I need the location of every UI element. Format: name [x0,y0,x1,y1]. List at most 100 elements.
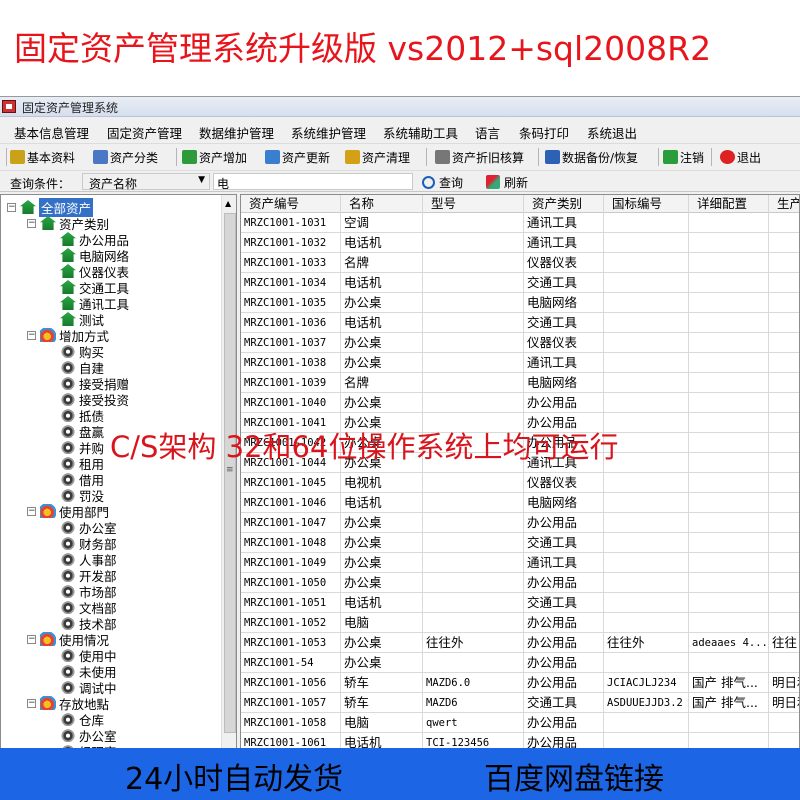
column-header[interactable]: 型号 [423,195,524,213]
table-cell: 名牌 [341,253,423,273]
table-row[interactable]: MRZC1001-1053 办公桌 往往外 办公用品 往往外 adeaaes 4... 往往 [241,633,799,653]
toolbar-button-8[interactable]: 退出 [720,148,761,166]
table-row[interactable]: MRZC1001-1033 名牌 仪器仪表 [241,253,799,273]
table-cell [769,413,799,433]
toolbar-button-2[interactable]: 资产增加 [182,148,247,166]
search-icon [422,175,435,189]
column-header[interactable]: 资产编号 [241,195,341,213]
scroll-up-icon[interactable]: ▲ [225,199,231,208]
table-row[interactable]: MRZC1001-1047 办公桌 办公用品 [241,513,799,533]
toolbar-separator [426,148,427,166]
table-cell [604,573,689,593]
search-button[interactable]: 查询 [422,173,463,191]
table-cell [604,353,689,373]
table-cell [689,293,769,313]
toolbar-button-4[interactable]: 资产清理 [345,148,410,166]
table-cell [604,373,689,393]
toolbar-button-5[interactable]: 资产折旧核算 [435,148,524,166]
gear-icon [60,616,76,630]
table-cell: MRZC1001-1040 [241,393,341,413]
table-cell: 办公用品 [524,393,604,413]
table-cell [689,453,769,473]
table-row[interactable]: MRZC1001-1052 电脑 办公用品 [241,613,799,633]
table-row[interactable]: MRZC1001-1032 电话机 通讯工具 [241,233,799,253]
menu-item-3[interactable]: 系统维护管理 [291,123,366,142]
table-cell: MRZC1001-1039 [241,373,341,393]
table-cell [423,613,524,633]
table-cell: 电话机 [341,593,423,613]
table-row[interactable]: MRZC1001-1056 轿车 MAZD6.0 办公用品 JCIACJLJ234 国产 … [241,673,799,693]
table-cell [423,493,524,513]
table-row[interactable]: MRZC1001-1046 电话机 电脑网络 [241,493,799,513]
table-cell: 轿车 [341,693,423,713]
table-row[interactable]: MRZC1001-1061 电话机 TCI-123456 办公用品 [241,733,799,748]
table-cell: MRZC1001-1052 [241,613,341,633]
toolbar-button-7[interactable]: 注销 [663,148,704,166]
table-cell [769,653,799,673]
menu-item-1[interactable]: 固定资产管理 [107,123,182,142]
collapse-toggle-icon[interactable]: − [27,506,36,516]
table-row[interactable]: MRZC1001-1045 电视机 仪器仪表 [241,473,799,493]
toolbar-button-6[interactable]: 数据备份/恢复 [545,148,638,166]
table-cell: 办公桌 [341,653,423,673]
collapse-toggle-icon[interactable]: − [27,698,36,708]
menu-item-5[interactable]: 语言 [475,123,500,142]
table-cell [689,373,769,393]
table-row[interactable]: MRZC1001-1058 电脑 qwert 办公用品 [241,713,799,733]
table-row[interactable]: MRZC1001-1034 电话机 交通工具 [241,273,799,293]
column-header[interactable]: 国标编号 [604,195,689,213]
table-row[interactable]: MRZC1001-1050 办公桌 办公用品 [241,573,799,593]
refresh-button[interactable]: 刷新 [486,173,528,191]
table-row[interactable]: MRZC1001-1049 办公桌 通讯工具 [241,553,799,573]
table-row[interactable]: MRZC1001-1040 办公桌 办公用品 [241,393,799,413]
house-icon [60,232,76,246]
column-header[interactable]: 生产 [769,195,799,213]
table-cell [769,433,799,453]
table-row[interactable]: MRZC1001-54 办公桌 办公用品 [241,653,799,673]
table-cell: 往往 [769,633,799,653]
title-bar: 固定资产管理系统 [0,97,800,117]
table-cell: MRZC1001-1047 [241,513,341,533]
table-row[interactable]: MRZC1001-1035 办公桌 电脑网络 [241,293,799,313]
toolbar-label: 资产折旧核算 [452,150,525,165]
table-cell [604,293,689,313]
menu-item-7[interactable]: 系统退出 [587,123,637,142]
house-icon [60,248,76,262]
table-row[interactable]: MRZC1001-1051 电话机 交通工具 [241,593,799,613]
query-input[interactable]: 电 [213,173,413,191]
column-header[interactable]: 名称 [341,195,423,213]
table-cell [769,253,799,273]
menu-item-4[interactable]: 系统辅助工具 [383,123,458,142]
toolbar-button-0[interactable]: 基本资料 [10,148,75,166]
gear-icon [60,664,76,678]
table-cell [769,313,799,333]
query-field-select[interactable]: 资产名称 ▼ [82,173,210,191]
table-row[interactable]: MRZC1001-1039 名牌 电脑网络 [241,373,799,393]
menu-item-2[interactable]: 数据维护管理 [199,123,274,142]
collapse-toggle-icon[interactable]: − [27,218,36,228]
table-row[interactable]: MRZC1001-1038 办公桌 通讯工具 [241,353,799,373]
column-header[interactable]: 详细配置 [689,195,769,213]
collapse-toggle-icon[interactable]: − [7,202,16,212]
tree-scrollbar[interactable]: ▲ ≡ [221,195,236,748]
table-cell: 办公用品 [524,673,604,693]
menu-item-0[interactable]: 基本信息管理 [14,123,89,142]
table-row[interactable]: MRZC1001-1048 办公桌 交通工具 [241,533,799,553]
table-cell: MRZC1001-1037 [241,333,341,353]
column-header[interactable]: 资产类别 [524,195,604,213]
toolbar-button-3[interactable]: 资产更新 [265,148,330,166]
table-row[interactable]: MRZC1001-1057 轿车 MAZD6 交通工具 ASDUUEJJD3.2 国产 排… [241,693,799,713]
table-row[interactable]: MRZC1001-1031 空调 通讯工具 [241,213,799,233]
table-cell [769,613,799,633]
table-cell [689,713,769,733]
collapse-toggle-icon[interactable]: − [27,330,36,340]
table-row[interactable]: MRZC1001-1036 电话机 交通工具 [241,313,799,333]
table-cell [769,553,799,573]
toolbar-button-1[interactable]: 资产分类 [93,148,158,166]
table-row[interactable]: MRZC1001-1037 办公桌 仪器仪表 [241,333,799,353]
table-cell [769,293,799,313]
collapse-toggle-icon[interactable]: − [27,634,36,644]
menu-item-6[interactable]: 条码打印 [519,123,569,142]
table-cell [769,713,799,733]
table-cell: MRZC1001-1048 [241,533,341,553]
